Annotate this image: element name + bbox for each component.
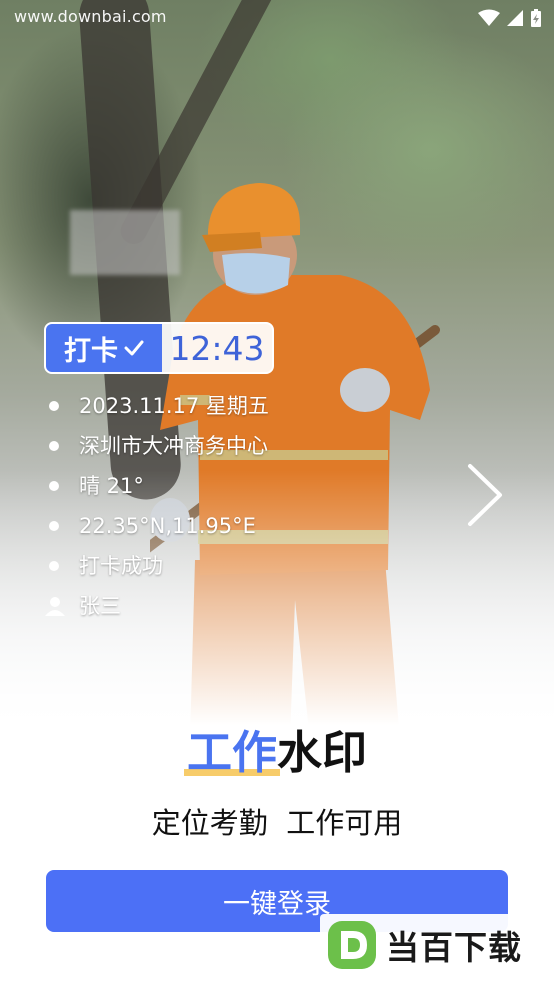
info-location-row: 深圳市大冲商务中心 <box>44 426 344 466</box>
check-in-label: 打卡 <box>64 335 118 367</box>
page-subtitle: 定位考勤 工作可用 <box>151 806 403 840</box>
bullet-dot <box>49 441 59 451</box>
info-weather: 晴 21° <box>79 474 144 498</box>
chevron-right-icon[interactable] <box>462 462 508 528</box>
check-in-time: 12:43 <box>169 328 265 368</box>
title-highlight: 工作 <box>183 726 280 779</box>
bullet-dot <box>49 481 59 491</box>
bullet-dot <box>49 521 59 531</box>
check-in-label-box: 打卡 <box>46 324 162 372</box>
page-title: 工作水印 <box>0 716 554 781</box>
battery-charging-icon <box>531 9 541 27</box>
site-watermark-text: www.downbai.com <box>14 7 167 26</box>
checkmark-icon <box>124 340 144 356</box>
title-rest: 水印 <box>277 726 368 779</box>
info-date: 2023.11.17 星期五 <box>79 394 269 418</box>
d-logo-icon <box>328 921 376 969</box>
background-photo <box>0 0 554 760</box>
watermark-logo-text: 当百下载 <box>386 928 522 967</box>
info-user-name: 张三 <box>79 594 121 618</box>
cellular-signal-icon <box>507 10 523 26</box>
bullet-dot <box>49 401 59 411</box>
info-coordinates: 22.35°N,11.95°E <box>79 514 256 538</box>
person-icon <box>45 597 65 616</box>
wifi-icon <box>478 9 500 26</box>
bullet-dot <box>49 561 59 571</box>
info-coordinates-row: 22.35°N,11.95°E <box>44 506 344 546</box>
check-in-stamp: 打卡 12:43 <box>44 322 274 374</box>
watermark-logo: 当百下载 <box>320 914 550 976</box>
info-weather-row: 晴 21° <box>44 466 344 506</box>
status-bar: www.downbai.com <box>0 0 554 36</box>
info-status-row: 打卡成功 <box>44 546 344 586</box>
info-date-row: 2023.11.17 星期五 <box>44 386 344 426</box>
info-location: 深圳市大冲商务中心 <box>79 434 268 458</box>
watermark-info-list: 2023.11.17 星期五 深圳市大冲商务中心 晴 21° 22.35°N,1… <box>44 386 344 626</box>
info-user-row: 张三 <box>44 586 344 626</box>
info-status: 打卡成功 <box>79 554 163 578</box>
